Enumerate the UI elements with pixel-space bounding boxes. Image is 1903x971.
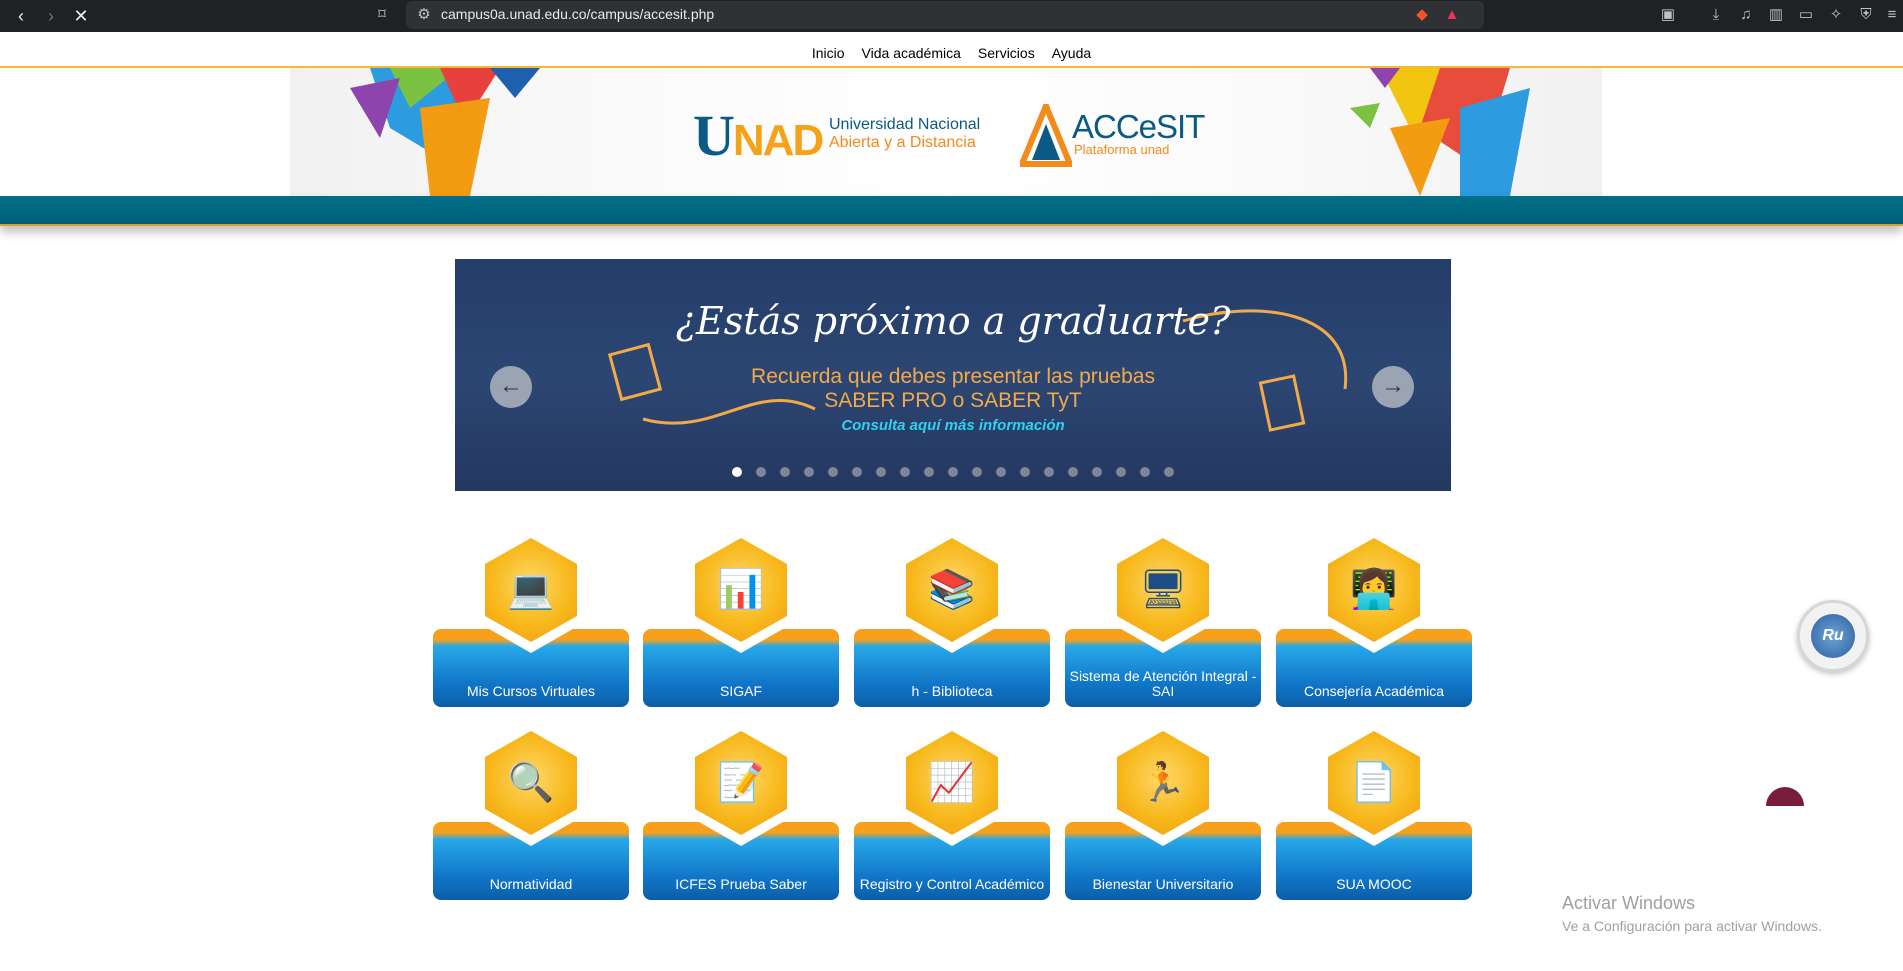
download-icon[interactable]: ⤓ bbox=[1706, 5, 1726, 25]
forward-icon[interactable]: › bbox=[40, 5, 62, 27]
carousel-dot[interactable] bbox=[1164, 467, 1174, 477]
menu-item-servicios[interactable]: Servicios bbox=[978, 45, 1035, 61]
slide-text-line2: SABER PRO o SABER TyT bbox=[824, 389, 1082, 412]
sidebar-icon[interactable]: ▥ bbox=[1766, 5, 1786, 25]
books-icon: 📚 bbox=[928, 569, 976, 611]
arrow-right-icon: → bbox=[1381, 372, 1405, 399]
tile-label: Sistema de Atención Integral - SAI bbox=[1069, 668, 1257, 699]
arrow-left-icon: ← bbox=[499, 372, 523, 399]
exam-sheet-icon: 📝 bbox=[717, 762, 765, 804]
tile-mis-cursos-virtuales[interactable]: Mis Cursos Virtuales 💻 bbox=[433, 527, 629, 707]
carousel-dot[interactable] bbox=[876, 467, 886, 477]
menu-item-ayuda[interactable]: Ayuda bbox=[1052, 45, 1091, 61]
stop-loading-icon[interactable]: ✕ bbox=[70, 5, 92, 27]
address-bar[interactable]: ⚙ campus0a.unad.edu.co/campus/accesit.ph… bbox=[406, 1, 1484, 29]
carousel-dot[interactable] bbox=[1140, 467, 1150, 477]
carousel-dot[interactable] bbox=[1068, 467, 1078, 477]
carousel-dot[interactable] bbox=[972, 467, 982, 477]
tile-label: ICFES Prueba Saber bbox=[675, 876, 807, 892]
tile-label: Consejería Académica bbox=[1303, 683, 1445, 699]
music-icon[interactable]: ♫ bbox=[1736, 5, 1756, 25]
support-agent-icon: 🖥 bbox=[1138, 569, 1188, 611]
accesit-triangle-icon bbox=[1020, 104, 1072, 167]
tile-label: h - Biblioteca bbox=[911, 683, 993, 699]
tile-label: Registro y Control Académico bbox=[859, 876, 1045, 892]
slide-title: ¿Estás próximo a graduarte? bbox=[675, 299, 1231, 343]
tile-sistema-de-atencion-integral-sai[interactable]: Sistema de Atención Integral - SAI 🖥 bbox=[1065, 527, 1261, 707]
carousel-dot[interactable] bbox=[780, 467, 790, 477]
news-carousel[interactable]: ¿Estás próximo a graduarte? Recuerda que… bbox=[455, 259, 1451, 491]
tile-bienestar-universitario[interactable]: Bienestar Universitario 🏃 bbox=[1065, 720, 1261, 900]
tile-sua-mooc[interactable]: SUA MOOC 📄 bbox=[1276, 720, 1472, 900]
windows-activation-title: Activar Windows bbox=[1562, 893, 1696, 913]
top-menu: Inicio Vida académica Servicios Ayuda bbox=[0, 36, 1903, 68]
tile-sigaf[interactable]: SIGAF 📊 bbox=[643, 527, 839, 707]
carousel-dot[interactable] bbox=[948, 467, 958, 477]
mooc-document-icon: 📄 bbox=[1350, 762, 1398, 804]
tile-consejeria-academica[interactable]: Consejería Académica 👩‍💻 bbox=[1276, 527, 1472, 707]
unad-wordmark: UNAD bbox=[693, 103, 824, 168]
carousel-dot[interactable] bbox=[852, 467, 862, 477]
virtual-assistant-button[interactable]: Ru bbox=[1797, 600, 1869, 672]
menu-icon[interactable]: ≡ bbox=[1882, 5, 1902, 25]
laptop-chart-icon: 📈 bbox=[928, 762, 976, 804]
tile-label: SIGAF bbox=[719, 683, 762, 699]
accesit-name: ACCeSIT bbox=[1072, 108, 1205, 145]
tile-registro-y-control-academico[interactable]: Registro y Control Académico 📈 bbox=[854, 720, 1050, 900]
chart-calculator-icon: 📊 bbox=[717, 569, 765, 611]
counselor-desk-icon: 👩‍💻 bbox=[1350, 569, 1398, 611]
bookmark-icon[interactable]: ⌑ bbox=[372, 5, 392, 25]
carousel-dot[interactable] bbox=[732, 467, 742, 477]
carousel-indicators bbox=[455, 464, 1451, 482]
tile-icfes-prueba-saber[interactable]: ICFES Prueba Saber 📝 bbox=[643, 720, 839, 900]
carousel-dot[interactable] bbox=[900, 467, 910, 477]
menu-item-inicio[interactable]: Inicio bbox=[812, 45, 845, 61]
carousel-dot[interactable] bbox=[828, 467, 838, 477]
carousel-dot[interactable] bbox=[1044, 467, 1054, 477]
leo-ai-icon[interactable]: ✧ bbox=[1826, 5, 1846, 25]
accesit-logo[interactable]: ACCeSIT Plataforma unad bbox=[1020, 100, 1205, 170]
carousel-dot[interactable] bbox=[924, 467, 934, 477]
magnifier-document-icon: 🔍 bbox=[507, 762, 555, 804]
tile-label: Bienestar Universitario bbox=[1092, 876, 1234, 892]
tile-label: SUA MOOC bbox=[1336, 876, 1412, 892]
wallet-icon[interactable]: ▭ bbox=[1796, 5, 1816, 25]
accesit-subtitle: Plataforma unad bbox=[1074, 142, 1170, 157]
assistant-logo-icon: Ru bbox=[1811, 614, 1855, 658]
tile-h-biblioteca[interactable]: h - Biblioteca 📚 bbox=[854, 527, 1050, 707]
header-strip bbox=[0, 196, 1903, 226]
chat-avatar-icon[interactable] bbox=[1766, 787, 1804, 806]
unad-logo[interactable]: UNAD Universidad Nacional Abierta y a Di… bbox=[693, 100, 993, 170]
tile-label: Mis Cursos Virtuales bbox=[466, 683, 596, 699]
carousel-dot[interactable] bbox=[996, 467, 1006, 477]
rewards-icon[interactable]: ▲ bbox=[1442, 5, 1462, 25]
windows-activation-subtitle: Ve a Configuración para activar Windows. bbox=[1562, 918, 1822, 934]
carousel-prev-button[interactable]: ← bbox=[490, 366, 532, 408]
screenshot-icon[interactable]: ▣ bbox=[1658, 5, 1678, 25]
slide-info-link[interactable]: Consulta aquí más información bbox=[455, 417, 1451, 434]
slide-text-line1: Recuerda que debes presentar las pruebas bbox=[751, 365, 1155, 388]
carousel-dot[interactable] bbox=[1116, 467, 1126, 477]
url-text: campus0a.unad.edu.co/campus/accesit.php bbox=[441, 6, 715, 22]
carousel-dot[interactable] bbox=[756, 467, 766, 477]
laptop-hand-icon: 💻 bbox=[507, 569, 555, 611]
unad-name-line2: Abierta y a Distancia bbox=[829, 134, 976, 151]
wellbeing-person-icon: 🏃 bbox=[1139, 762, 1187, 804]
carousel-dot[interactable] bbox=[1020, 467, 1030, 477]
menu-item-vida-academica[interactable]: Vida académica bbox=[862, 45, 961, 61]
back-icon[interactable]: ‹ bbox=[10, 5, 32, 27]
carousel-dot[interactable] bbox=[1092, 467, 1102, 477]
site-settings-icon[interactable]: ⚙ bbox=[414, 5, 434, 25]
brave-shields-icon[interactable]: ◆ bbox=[1412, 5, 1432, 25]
carousel-next-button[interactable]: → bbox=[1372, 366, 1414, 408]
carousel-dot[interactable] bbox=[804, 467, 814, 477]
tile-label: Normatividad bbox=[489, 876, 573, 892]
tile-normatividad[interactable]: Normatividad 🔍 bbox=[433, 720, 629, 900]
unad-name-line1: Universidad Nacional bbox=[829, 116, 981, 133]
vpn-icon[interactable]: ⛨ bbox=[1856, 5, 1876, 25]
browser-toolbar: ‹ › ✕ ⌑ ⚙ campus0a.unad.edu.co/campus/ac… bbox=[0, 0, 1903, 32]
